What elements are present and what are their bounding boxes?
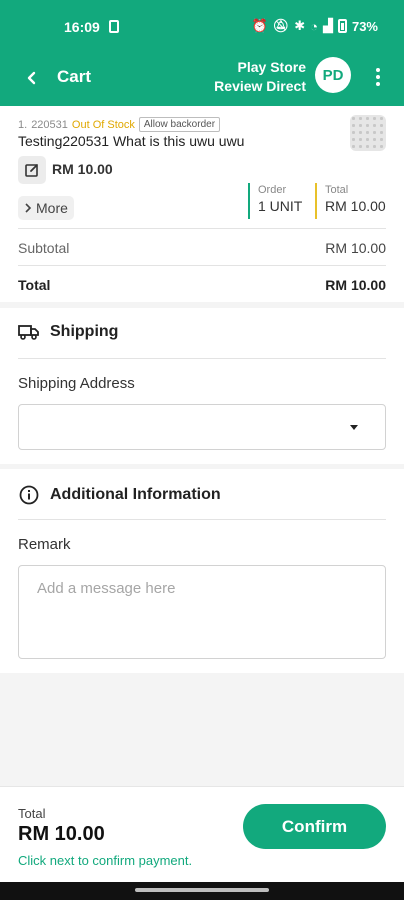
back-arrow-icon [27,71,36,85]
more-label: More [36,200,68,216]
subtotal-value: RM 10.00 [325,240,386,256]
subtotal-label: Subtotal [18,240,70,256]
store-name-line1: Play Store [237,59,306,75]
divider [18,228,386,229]
stock-status: Out Of Stock [71,118,135,131]
order-value: 1 UNIT [258,198,303,214]
divider [18,519,386,520]
back-button[interactable] [18,64,46,92]
app-bar: Cart Play Store Review Direct PD [0,52,404,106]
status-icons: ⏰ 🔕︎ ✱ ◔ ▟ 73% [252,18,379,34]
footer-total-label: Total [18,806,46,821]
signal-icon: ▟ [322,18,333,33]
additional-info-heading: Additional Information [18,484,221,506]
item-total-label: Total [325,184,349,196]
backorder-badge: Allow backorder [138,117,221,132]
edit-price-button[interactable] [18,156,46,184]
shipping-address-label: Shipping Address [18,375,135,392]
more-button[interactable]: More [18,196,74,220]
battery-icon [337,19,347,33]
info-icon [19,485,39,505]
product-thumbnail[interactable] [350,115,386,151]
edit-icon [25,164,38,177]
shipping-heading: Shipping [18,323,118,341]
product-meta: 1. 220531 Out Of Stock Allow backorder [18,117,221,132]
battery-percent: 73% [351,18,378,34]
product-name: Testing220531 What is this uwu uwu [18,133,245,149]
confirm-button[interactable]: Confirm [243,804,386,849]
checkout-footer: Total RM 10.00 Click next to confirm pay… [0,786,404,882]
system-nav-bar [0,882,404,900]
additional-info-card: Additional Information Remark Add a mess… [0,469,404,673]
alarm-icon: ⏰ [251,18,268,33]
mute-icon: 🔕︎ [272,18,290,33]
home-gesture-handle[interactable] [135,888,269,892]
sim-icon [109,20,119,33]
total-label: Total [18,277,51,293]
store-name[interactable]: Play Store Review Direct [214,58,306,96]
dropdown-caret-icon [350,425,358,430]
shipping-card: Shipping Shipping Address [0,308,404,464]
product-code: 220531 [31,118,68,131]
item-total: Total RM 10.00 [315,183,386,219]
bluetooth-icon: ✱ [294,18,306,33]
divider [18,265,386,266]
footer-total-value: RM 10.00 [18,823,105,845]
order-label: Order [258,184,287,196]
remark-label: Remark [18,536,71,553]
unit-price: RM 10.00 [52,161,113,177]
item-index: 1. [18,118,28,131]
kebab-menu-icon[interactable] [366,64,390,90]
status-bar: 16:09 ⏰ 🔕︎ ✱ ◔ ▟ 73% [0,0,404,52]
additional-info-heading-text: Additional Information [50,486,221,503]
cart-card: 1. 220531 Out Of Stock Allow backorder T… [0,106,404,302]
remark-input[interactable]: Add a message here [18,565,386,659]
total-value: RM 10.00 [325,277,386,293]
confirm-hint: Click next to confirm payment. [18,853,193,868]
order-quantity: Order 1 UNIT [248,183,302,219]
truck-icon [18,325,39,340]
store-name-line2: Review Direct [214,78,306,94]
status-time: 16:09 [64,19,100,35]
wifi-icon: ◔ [310,18,318,34]
divider [18,358,386,359]
avatar[interactable]: PD [315,57,351,93]
shipping-heading-text: Shipping [50,323,119,340]
shipping-address-select[interactable] [18,404,386,450]
remark-placeholder: Add a message here [37,580,176,597]
chevron-right-icon [25,203,32,213]
page-title: Cart [57,67,92,86]
item-total-value: RM 10.00 [325,198,386,214]
cart-content: 1. 220531 Out Of Stock Allow backorder T… [0,106,404,786]
